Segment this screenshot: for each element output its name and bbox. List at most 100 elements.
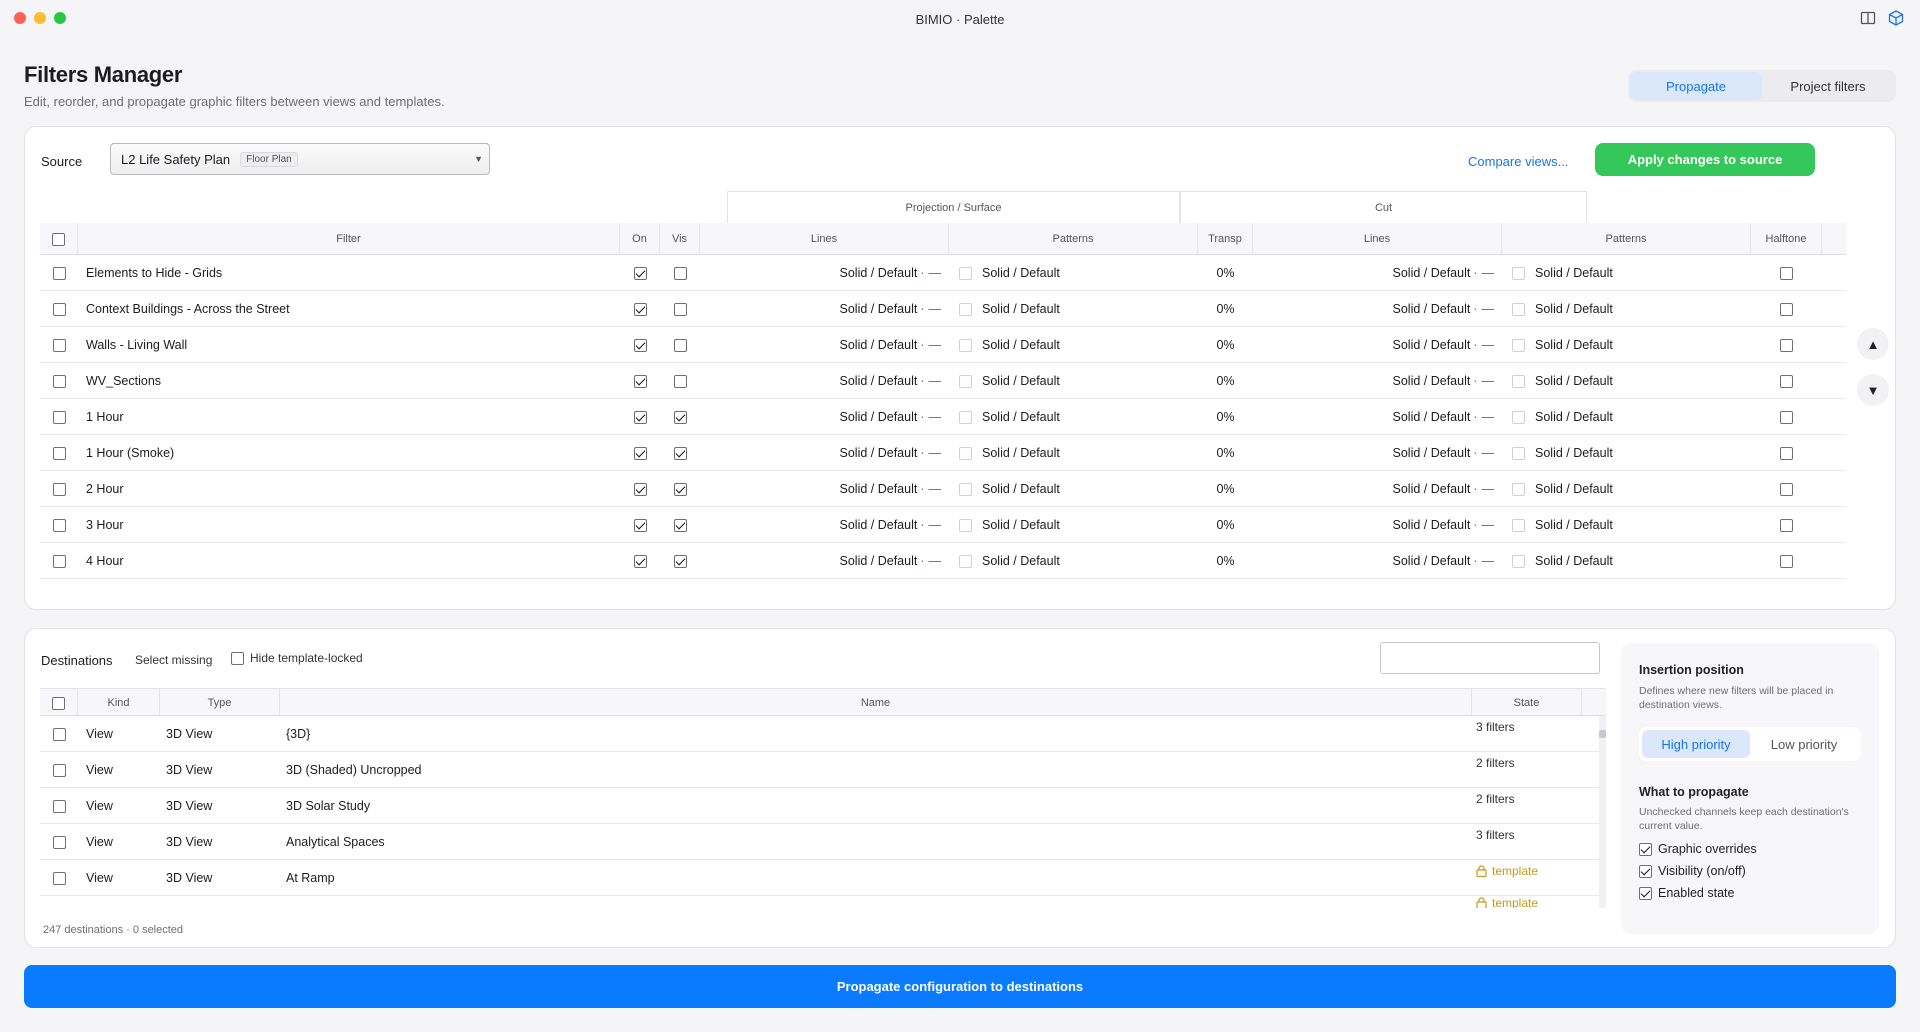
proj-patterns-value[interactable]: Solid / Default [982, 446, 1060, 460]
proj-patterns-value[interactable]: Solid / Default [982, 482, 1060, 496]
on-checkbox[interactable] [633, 518, 647, 532]
enabled-state-checkbox[interactable] [1639, 886, 1652, 900]
proj-patterns-value[interactable]: Solid / Default [982, 410, 1060, 424]
tab-propagate[interactable]: Propagate [1630, 72, 1762, 100]
transp-value[interactable]: 0% [1216, 338, 1234, 352]
cube-icon[interactable] [1887, 9, 1905, 27]
graphic-overrides-option[interactable]: Graphic overrides [1639, 842, 1757, 856]
proj-lines-value[interactable]: Solid / Default [840, 374, 918, 388]
halftone-checkbox[interactable] [1780, 554, 1793, 568]
col-type[interactable]: Type [160, 689, 280, 717]
vis-checkbox[interactable] [673, 374, 687, 388]
col-proj-lines[interactable]: Lines [700, 223, 949, 255]
on-checkbox[interactable] [633, 338, 647, 352]
col-kind[interactable]: Kind [78, 689, 160, 717]
cut-patterns-value[interactable]: Solid / Default [1535, 374, 1613, 388]
enabled-state-option[interactable]: Enabled state [1639, 886, 1734, 900]
destination-row[interactable]: View 3D View 3D (Shaded) Uncropped 2 filter… [40, 752, 1606, 788]
vis-checkbox[interactable] [673, 302, 687, 316]
halftone-checkbox[interactable] [1780, 482, 1793, 496]
col-filter[interactable]: Filter [78, 223, 620, 255]
filter-row[interactable]: 2 Hour Solid / Default · — Solid / Default 0%… [40, 471, 1846, 507]
dest-row-checkbox[interactable] [52, 727, 66, 741]
hide-template-locked-checkbox[interactable] [231, 651, 244, 665]
on-checkbox[interactable] [633, 374, 647, 388]
col-cut-lines[interactable]: Lines [1253, 223, 1502, 255]
col-proj-patterns[interactable]: Patterns [949, 223, 1198, 255]
destination-row[interactable]: View 3D View Analytical Spaces 3 filters [40, 824, 1606, 860]
halftone-checkbox[interactable] [1780, 302, 1793, 316]
proj-patterns-value[interactable]: Solid / Default [982, 554, 1060, 568]
proj-lines-value[interactable]: Solid / Default [840, 482, 918, 496]
transp-value[interactable]: 0% [1216, 482, 1234, 496]
on-checkbox[interactable] [633, 266, 647, 280]
dest-row-checkbox[interactable] [52, 871, 66, 885]
pattern-swatch[interactable] [1512, 518, 1525, 532]
vis-checkbox[interactable] [673, 482, 687, 496]
row-select-checkbox[interactable] [52, 446, 66, 460]
pattern-swatch[interactable] [1512, 410, 1525, 424]
row-select-checkbox[interactable] [52, 302, 66, 316]
cut-patterns-value[interactable]: Solid / Default [1535, 518, 1613, 532]
cut-lines-value[interactable]: Solid / Default [1393, 266, 1471, 280]
cut-patterns-value[interactable]: Solid / Default [1535, 302, 1613, 316]
pattern-swatch[interactable] [1512, 554, 1525, 568]
row-select-checkbox[interactable] [52, 374, 66, 388]
scrollbar-thumb[interactable] [1599, 730, 1606, 738]
row-select-checkbox[interactable] [52, 338, 66, 352]
pattern-swatch[interactable] [959, 482, 972, 496]
pattern-swatch[interactable] [959, 302, 972, 316]
vis-checkbox[interactable] [673, 446, 687, 460]
transp-value[interactable]: 0% [1216, 266, 1234, 280]
transp-value[interactable]: 0% [1216, 410, 1234, 424]
cut-lines-value[interactable]: Solid / Default [1393, 410, 1471, 424]
cut-lines-value[interactable]: Solid / Default [1393, 302, 1471, 316]
halftone-checkbox[interactable] [1780, 410, 1793, 424]
proj-patterns-value[interactable]: Solid / Default [982, 338, 1060, 352]
proj-lines-value[interactable]: Solid / Default [840, 266, 918, 280]
filter-row[interactable]: Walls - Living Wall Solid / Default · — Soli… [40, 327, 1846, 363]
cut-patterns-value[interactable]: Solid / Default [1535, 446, 1613, 460]
pattern-swatch[interactable] [959, 446, 972, 460]
pattern-swatch[interactable] [959, 554, 972, 568]
pattern-swatch[interactable] [959, 410, 972, 424]
source-select[interactable]: L2 Life Safety Plan Floor Plan ▼ [110, 143, 490, 175]
halftone-checkbox[interactable] [1780, 338, 1793, 352]
filter-row[interactable]: WV_Sections Solid / Default · — Solid / Defa… [40, 363, 1846, 399]
apply-changes-button[interactable]: Apply changes to source [1595, 143, 1815, 176]
halftone-checkbox[interactable] [1780, 446, 1793, 460]
dest-select-all-checkbox[interactable] [52, 696, 65, 710]
row-select-checkbox[interactable] [52, 554, 66, 568]
filter-row[interactable]: Elements to Hide - Grids Solid / Default ·… [40, 255, 1846, 291]
cut-lines-value[interactable]: Solid / Default [1393, 518, 1471, 532]
row-select-checkbox[interactable] [52, 266, 66, 280]
on-checkbox[interactable] [633, 482, 647, 496]
pattern-swatch[interactable] [1512, 302, 1525, 316]
on-checkbox[interactable] [633, 554, 647, 568]
pattern-swatch[interactable] [1512, 266, 1525, 280]
on-checkbox[interactable] [633, 410, 647, 424]
hide-template-locked-toggle[interactable]: Hide template-locked [231, 651, 363, 665]
pattern-swatch[interactable] [959, 338, 972, 352]
row-select-checkbox[interactable] [52, 410, 66, 424]
proj-patterns-value[interactable]: Solid / Default [982, 518, 1060, 532]
pattern-swatch[interactable] [1512, 374, 1525, 388]
cut-lines-value[interactable]: Solid / Default [1393, 482, 1471, 496]
proj-patterns-value[interactable]: Solid / Default [982, 374, 1060, 388]
row-select-checkbox[interactable] [52, 518, 66, 532]
destination-row[interactable]: View 3D View 3D Solar Study 2 filters [40, 788, 1606, 824]
dest-row-checkbox[interactable] [52, 799, 66, 813]
proj-lines-value[interactable]: Solid / Default [840, 302, 918, 316]
proj-patterns-value[interactable]: Solid / Default [982, 302, 1060, 316]
vis-checkbox[interactable] [673, 266, 687, 280]
transp-value[interactable]: 0% [1216, 374, 1234, 388]
select-all-checkbox[interactable] [52, 232, 65, 246]
cut-lines-value[interactable]: Solid / Default [1393, 338, 1471, 352]
dest-row-checkbox[interactable] [52, 763, 66, 777]
cut-patterns-value[interactable]: Solid / Default [1535, 410, 1613, 424]
proj-lines-value[interactable]: Solid / Default [840, 554, 918, 568]
col-vis[interactable]: Vis [660, 223, 700, 255]
row-select-checkbox[interactable] [52, 482, 66, 496]
cut-lines-value[interactable]: Solid / Default [1393, 374, 1471, 388]
high-priority-option[interactable]: High priority [1642, 730, 1750, 758]
